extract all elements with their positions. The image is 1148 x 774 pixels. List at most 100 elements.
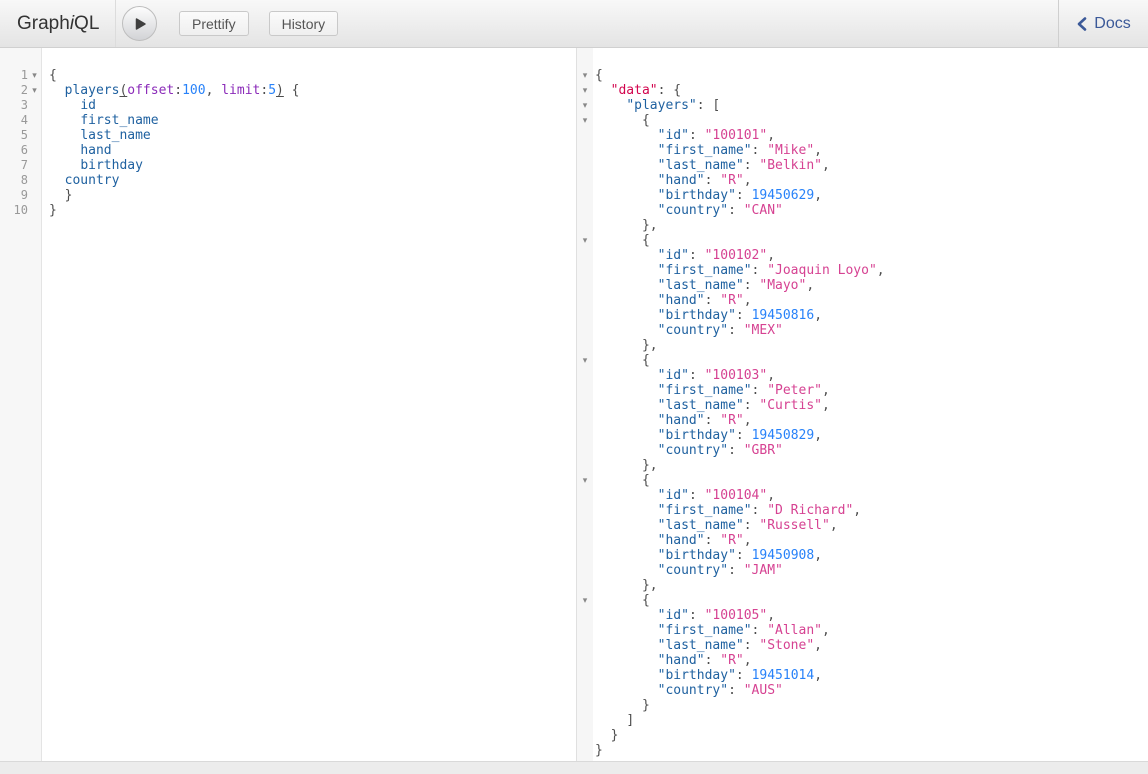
gutter-row	[577, 698, 593, 713]
code-line: "first_name": "Allan",	[595, 623, 1148, 638]
response-viewer: { "data": { "players": [ { "id": "100101…	[593, 48, 1148, 761]
logo-section: GraphiQL	[0, 0, 116, 47]
topbar: GraphiQL Prettify History Docs	[0, 0, 1148, 48]
history-button[interactable]: History	[269, 11, 339, 36]
code-line: "id": "100104",	[595, 488, 1148, 503]
fold-arrow-icon[interactable]: ▾	[579, 98, 592, 113]
code-line: "hand": "R",	[595, 413, 1148, 428]
code-line: {	[595, 473, 1148, 488]
fold-gutter: ▾▾▾▾▾▾▾▾	[577, 48, 593, 761]
gutter-row	[577, 143, 593, 158]
code-line: "last_name": "Russell",	[595, 518, 1148, 533]
code-line: "country": "CAN"	[595, 203, 1148, 218]
code-line: "first_name": "Peter",	[595, 383, 1148, 398]
gutter-row	[577, 263, 593, 278]
line-number: 10	[14, 203, 28, 218]
gutter-row	[577, 398, 593, 413]
fold-arrow-icon[interactable]: ▾	[579, 68, 592, 83]
code-line: "birthday": 19450629,	[595, 188, 1148, 203]
gutter-row: ▾	[577, 68, 593, 83]
gutter-row: 5	[0, 128, 41, 143]
line-number: 8	[21, 173, 28, 188]
gutter-row	[577, 638, 593, 653]
logo-text: Graph	[17, 13, 70, 34]
play-icon	[132, 16, 148, 32]
code-line: "id": "100103",	[595, 368, 1148, 383]
code-line: "first_name": "Mike",	[595, 143, 1148, 158]
gutter-row	[577, 578, 593, 593]
code-line: "first_name": "D Richard",	[595, 503, 1148, 518]
code-line: "hand": "R",	[595, 173, 1148, 188]
line-number: 9	[21, 188, 28, 203]
code-line: "birthday": 19450908,	[595, 548, 1148, 563]
code-line: players(offset:100, limit:5) {	[49, 83, 576, 98]
response-pane: ▾▾▾▾▾▾▾▾ { "data": { "players": [ { "id"…	[576, 48, 1148, 761]
fold-arrow-icon[interactable]: ▾	[579, 473, 592, 488]
gutter-row	[577, 683, 593, 698]
gutter-row	[577, 368, 593, 383]
fold-arrow-icon[interactable]: ▾	[28, 68, 41, 83]
code-line: "last_name": "Stone",	[595, 638, 1148, 653]
prettify-button[interactable]: Prettify	[179, 11, 249, 36]
gutter-row	[577, 548, 593, 563]
docs-link[interactable]: Docs	[1058, 0, 1148, 47]
fold-arrow-icon[interactable]: ▾	[579, 113, 592, 128]
fold-arrow-icon[interactable]: ▾	[579, 593, 592, 608]
execute-query-button[interactable]	[122, 6, 157, 41]
code-line: hand	[49, 143, 576, 158]
fold-arrow-icon[interactable]: ▾	[579, 83, 592, 98]
gutter-row	[577, 533, 593, 548]
fold-arrow-icon[interactable]: ▾	[579, 233, 592, 248]
gutter-row	[577, 323, 593, 338]
query-editor[interactable]: { players(offset:100, limit:5) { id firs…	[42, 48, 576, 761]
line-number: 7	[21, 158, 28, 173]
code-line: {	[49, 68, 576, 83]
fold-arrow-icon[interactable]: ▾	[579, 353, 592, 368]
gutter-row: ▾	[577, 98, 593, 113]
code-line: {	[595, 233, 1148, 248]
gutter-row: ▾	[577, 473, 593, 488]
gutter-row	[577, 608, 593, 623]
gutter-row	[577, 563, 593, 578]
code-line: "hand": "R",	[595, 653, 1148, 668]
code-line: "birthday": 19450816,	[595, 308, 1148, 323]
code-line: "last_name": "Mayo",	[595, 278, 1148, 293]
code-line: ]	[595, 713, 1148, 728]
code-line: },	[595, 578, 1148, 593]
code-line: {	[595, 68, 1148, 83]
line-number: 5	[21, 128, 28, 143]
gutter-row	[577, 668, 593, 683]
code-line: "id": "100105",	[595, 608, 1148, 623]
gutter-row	[577, 308, 593, 323]
code-line: "last_name": "Curtis",	[595, 398, 1148, 413]
gutter-row	[577, 128, 593, 143]
gutter-row	[577, 743, 593, 758]
code-line: {	[595, 353, 1148, 368]
line-number: 2	[21, 83, 28, 98]
gutter-row	[577, 218, 593, 233]
gutter-row	[577, 188, 593, 203]
code-line: "first_name": "Joaquin Loyo",	[595, 263, 1148, 278]
code-line: },	[595, 338, 1148, 353]
query-editor-pane[interactable]: 1▾2▾345678910 { players(offset:100, limi…	[0, 48, 576, 761]
gutter-row	[577, 488, 593, 503]
gutter-row: 8	[0, 173, 41, 188]
code-line: "id": "100101",	[595, 128, 1148, 143]
gutter-row: ▾	[577, 593, 593, 608]
code-line: "last_name": "Belkin",	[595, 158, 1148, 173]
gutter-row: 10	[0, 203, 41, 218]
gutter-row	[577, 158, 593, 173]
code-line: "birthday": 19451014,	[595, 668, 1148, 683]
graphiql-logo: GraphiQL	[17, 13, 99, 35]
gutter-row	[577, 518, 593, 533]
code-line: "id": "100102",	[595, 248, 1148, 263]
code-line: }	[49, 203, 576, 218]
gutter-row: ▾	[577, 113, 593, 128]
code-line: "data": {	[595, 83, 1148, 98]
fold-arrow-icon[interactable]: ▾	[28, 83, 41, 98]
gutter-row: 7	[0, 158, 41, 173]
chevron-left-icon	[1076, 16, 1087, 32]
gutter-row	[577, 173, 593, 188]
gutter-row: ▾	[577, 233, 593, 248]
line-number: 4	[21, 113, 28, 128]
